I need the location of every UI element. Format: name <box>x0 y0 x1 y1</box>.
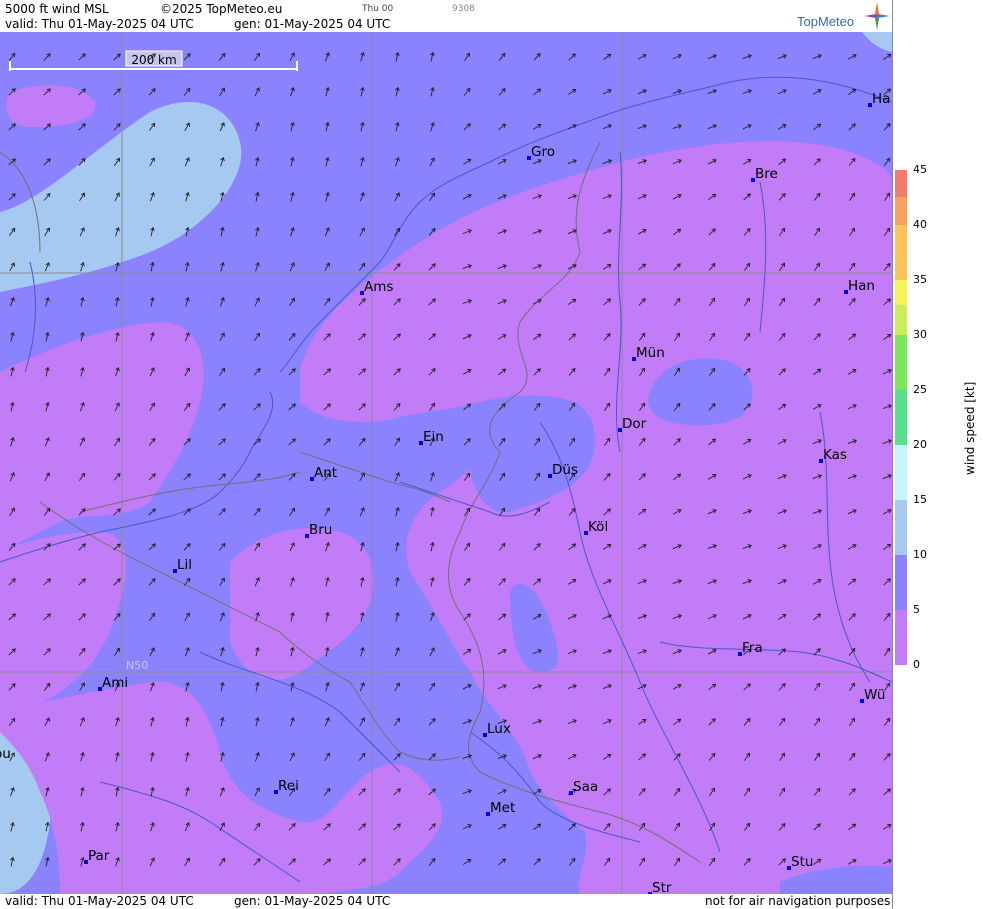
legend-panel: 45 40 35 30 25 20 15 10 5 0 wind speed [kt] <box>892 0 983 909</box>
city-label: Ein <box>423 429 444 445</box>
map-footer: valid: Thu 01-May-2025 04 UTC gen: 01-Ma… <box>0 894 892 909</box>
colorbar-tick-label: 40 <box>913 218 927 231</box>
copyright: ©2025 TopMeteo.eu <box>160 2 283 16</box>
city-label: Mün <box>636 345 665 361</box>
colorbar-band <box>895 500 907 555</box>
logo-text: TopMeteo <box>797 14 855 29</box>
colorbar-band <box>895 197 907 225</box>
colorbar-tick-label: 35 <box>913 273 927 286</box>
city-label: Met <box>490 800 515 816</box>
colorbar-band <box>895 335 907 390</box>
city-label: Ams <box>364 279 393 295</box>
city-label: Par <box>88 848 110 864</box>
colorbar-tick-label: 0 <box>913 658 920 671</box>
legend-title: wind speed [kt] <box>963 381 977 475</box>
colorbar-band <box>895 225 907 280</box>
colorbar-band <box>895 280 907 305</box>
city-label: Gro <box>531 144 555 160</box>
colorbar-band <box>895 390 907 445</box>
city-label: Lux <box>487 721 511 737</box>
city-label: Ant <box>314 465 337 481</box>
colorbar-band <box>895 610 907 665</box>
generated-time: gen: 01-May-2025 04 UTC <box>234 17 391 31</box>
city-label: Stu <box>791 854 813 870</box>
map-title: 5000 ft wind MSL <box>5 2 109 16</box>
colorbar-tick-label: 10 <box>913 548 927 561</box>
city-label: Ha <box>872 91 890 107</box>
city-label: Dor <box>622 416 647 432</box>
city-label: Rei <box>278 778 299 794</box>
latitude-label: N50 <box>126 659 148 672</box>
city-label: Lil <box>177 557 192 573</box>
colorbar-band <box>895 305 907 335</box>
wind-map[interactable]: 200 km N50 Ha Gro Bre Ams Han Mün Dor Ein Kas Düs… <box>0 32 892 894</box>
city-label: Str <box>652 880 672 894</box>
footer-generated-time: gen: 01-May-2025 04 UTC <box>234 894 391 908</box>
colorbar-tick-label: 5 <box>913 603 920 616</box>
city-label: Kas <box>823 447 847 463</box>
compass-logo-icon <box>864 2 890 30</box>
run-number: 9308 <box>452 4 475 14</box>
city-label: Fra <box>742 640 763 656</box>
colorbar-tick-label: 25 <box>913 383 927 396</box>
colorbar <box>895 170 907 665</box>
colorbar-tick-label: 15 <box>913 493 927 506</box>
city-label: Bre <box>755 166 778 182</box>
city-label: Saa <box>573 779 598 795</box>
city-label: Wü <box>864 687 885 703</box>
city-label: Köl <box>588 519 608 535</box>
colorbar-band <box>895 555 907 610</box>
city-label: Bru <box>309 522 332 538</box>
colorbar-band <box>895 445 907 500</box>
colorbar-tick-label: 30 <box>913 328 927 341</box>
timecode: Thu 00 <box>362 4 394 14</box>
colorbar-tick-label: 20 <box>913 438 927 451</box>
colorbar-tick-label: 45 <box>913 163 927 176</box>
city-label: Han <box>848 278 875 294</box>
wind-map-canvas: 200 km N50 HaGroBreAms HanMünDorEinKasDüs… <box>0 32 892 894</box>
colorbar-band <box>895 170 907 197</box>
city-label: Ami <box>102 675 128 691</box>
colorbar-bands <box>895 170 907 665</box>
footer-valid-time: valid: Thu 01-May-2025 04 UTC <box>5 894 194 908</box>
city-label: ou <box>0 746 11 762</box>
footer-disclaimer: not for air navigation purposes <box>705 894 891 908</box>
city-label: Düs <box>552 462 578 478</box>
map-header: 5000 ft wind MSL ©2025 TopMeteo.eu Thu 0… <box>0 0 892 32</box>
valid-time: valid: Thu 01-May-2025 04 UTC <box>5 17 194 31</box>
